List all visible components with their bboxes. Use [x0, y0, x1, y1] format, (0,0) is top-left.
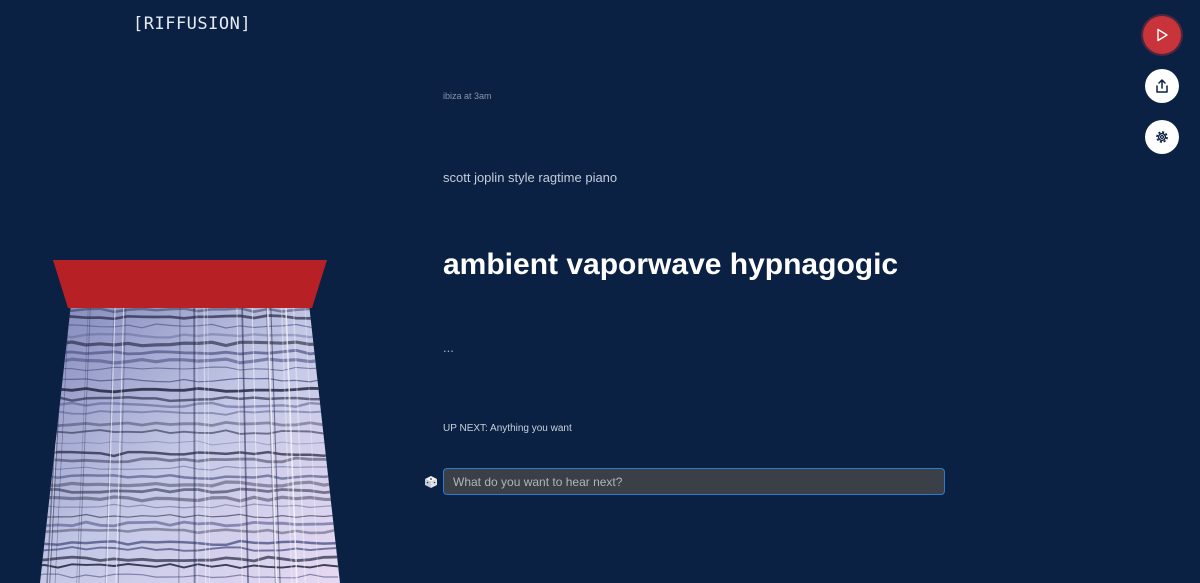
gear-icon [1156, 131, 1168, 143]
app-logo[interactable]: [RIFFUSION] [133, 14, 251, 34]
up-next-label: UP NEXT: Anything you want [443, 423, 572, 434]
share-button[interactable] [1145, 69, 1179, 103]
current-prompt: ambient vaporwave hypnagogic [443, 248, 899, 281]
settings-button[interactable] [1145, 120, 1179, 154]
play-button[interactable] [1143, 16, 1181, 54]
spectrogram-visualization [40, 260, 340, 583]
previous-prompt: scott joplin style ragtime piano [443, 170, 618, 185]
play-icon [1157, 28, 1168, 42]
share-icon [1156, 79, 1168, 93]
prompt-input[interactable] [443, 468, 945, 495]
dice-icon[interactable] [424, 475, 438, 489]
next-prompt-placeholder: ... [443, 340, 454, 355]
playhead-bar [53, 260, 327, 308]
previous-prompt: ibiza at 3am [443, 91, 492, 101]
riffusion-app: [RIFFUSION] ibiza at 3am scott joplin st… [0, 0, 1200, 583]
